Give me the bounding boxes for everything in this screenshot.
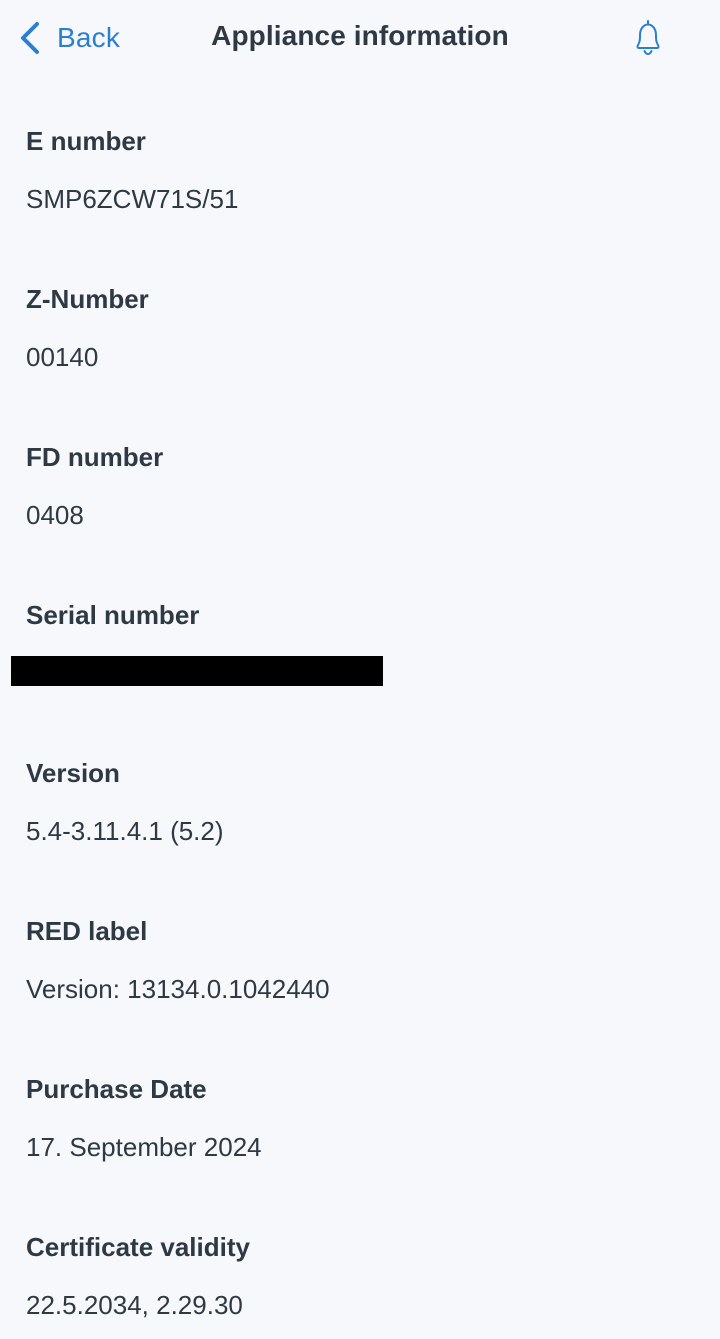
info-value: 17. September 2024: [26, 1132, 262, 1162]
info-item-serial-number: Serial number: [26, 599, 686, 631]
info-value: Version: 13134.0.1042440: [26, 974, 330, 1004]
bell-icon[interactable]: [628, 18, 668, 58]
info-item-z-number: Z-Number 00140: [26, 283, 686, 372]
info-value: 00140: [26, 342, 99, 372]
info-value: 5.4-3.11.4.1 (5.2): [26, 816, 224, 846]
info-label: Serial number: [26, 600, 200, 630]
info-label: Z-Number: [26, 284, 149, 314]
info-value: 0408: [26, 500, 84, 530]
info-item-version: Version 5.4-3.11.4.1 (5.2): [26, 757, 686, 846]
info-item-e-number: E number SMP6ZCW71S/51: [26, 125, 686, 214]
info-item-certificate-validity: Certificate validity 22.5.2034, 2.29.30: [26, 1231, 686, 1320]
info-value: SMP6ZCW71S/51: [26, 184, 239, 214]
info-label: E number: [26, 126, 146, 156]
page-title: Appliance information: [211, 20, 509, 51]
info-value: 22.5.2034, 2.29.30: [26, 1290, 243, 1320]
nav-bar: Back Appliance information: [0, 0, 720, 76]
info-label: Version: [26, 758, 120, 788]
info-item-red-label: RED label Version: 13134.0.1042440: [26, 915, 686, 1004]
info-label: RED label: [26, 916, 148, 946]
info-item-purchase-date: Purchase Date 17. September 2024: [26, 1073, 686, 1162]
info-label: Purchase Date: [26, 1074, 207, 1104]
info-label: FD number: [26, 442, 164, 472]
info-item-fd-number: FD number 0408: [26, 441, 686, 530]
info-label: Certificate validity: [26, 1232, 250, 1262]
redaction-bar: [11, 656, 383, 686]
